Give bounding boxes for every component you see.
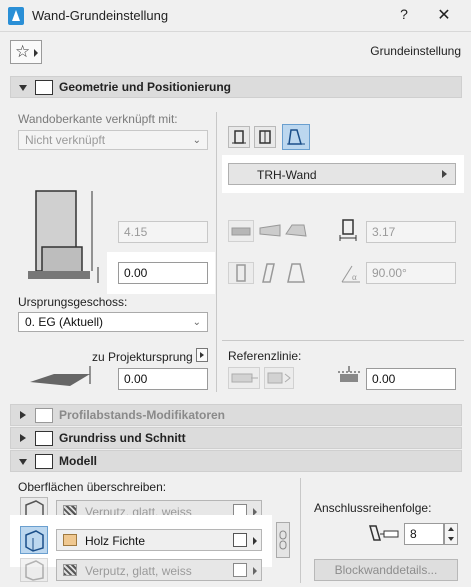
section-floorplan-header[interactable]: Grundriss und Schnitt <box>10 427 462 449</box>
base-offset-field[interactable]: 0.00 <box>118 262 208 284</box>
chevron-right-icon <box>200 352 204 358</box>
profile-wall-icon <box>287 129 305 145</box>
link-materials-button[interactable] <box>276 522 290 558</box>
home-story-label: Ursprungsgeschoss: <box>18 295 128 309</box>
chevron-right-icon <box>253 537 257 545</box>
chevron-up-icon <box>448 527 454 531</box>
material-row-3[interactable]: Verputz, glatt, weiss <box>56 559 262 581</box>
chevron-right-icon <box>442 170 447 178</box>
connection-order-icon <box>366 522 402 546</box>
structure-profile-selector[interactable]: TRH-Wand <box>228 163 456 185</box>
connection-order-field[interactable]: 8 <box>404 523 444 545</box>
wall-type-basic-button[interactable] <box>228 126 250 148</box>
wall-side-cube-icon <box>25 560 44 581</box>
structure-profile-value: TRH-Wand <box>257 168 317 182</box>
vertical-wall-icon <box>236 264 246 282</box>
double-slanted-wall-icon[interactable] <box>284 262 308 284</box>
angle-icon: α <box>340 264 362 284</box>
section-geometry-header[interactable]: Geometrie und Positionierung <box>10 76 462 98</box>
home-story-dropdown[interactable]: 0. EG (Aktuell) ⌄ <box>18 312 208 332</box>
thickness-field[interactable]: 3.17 <box>366 221 456 243</box>
basic-wall-icon <box>232 130 246 144</box>
trapezoid-wall-icon[interactable] <box>258 222 282 240</box>
chevron-down-icon: ⌄ <box>192 135 201 146</box>
material-color-swatch <box>63 534 77 546</box>
geometry-icon <box>35 80 53 95</box>
section-profile-modifiers-label: Profilabstands-Modifikatoren <box>59 408 226 422</box>
chevron-right-icon <box>253 567 257 575</box>
model-cube-icon <box>35 454 53 469</box>
reference-offset-field[interactable]: 0.00 <box>366 368 456 390</box>
override-side-2-button[interactable] <box>20 526 48 554</box>
column-divider <box>216 112 217 392</box>
section-model-label: Modell <box>59 454 97 468</box>
chain-link-icon <box>279 530 287 550</box>
window-title: Wand-Grundeinstellung <box>32 8 169 23</box>
home-story-value: 0. EG (Aktuell) <box>25 315 104 329</box>
material-row-2[interactable]: Holz Fichte <box>56 529 262 551</box>
top-link-value: Nicht verknüpft <box>25 133 106 147</box>
divider <box>222 340 464 341</box>
block-wall-details-button[interactable]: Blockwanddetails... <box>314 559 458 581</box>
material-picker-icon <box>233 563 247 577</box>
archicad-app-icon <box>8 7 24 25</box>
straight-wall-button[interactable] <box>228 220 254 242</box>
to-project-zero-field[interactable]: 0.00 <box>118 368 208 390</box>
wall-type-composite-button[interactable] <box>254 126 276 148</box>
section-floorplan-label: Grundriss und Schnitt <box>59 431 186 445</box>
wall-height-field[interactable]: 4.15 <box>118 221 208 243</box>
material-swatch <box>63 564 77 576</box>
wall-type-profile-button[interactable] <box>282 124 310 150</box>
reference-line-label: Referenzlinie: <box>228 349 302 363</box>
chevron-down-icon: ⌄ <box>192 317 201 328</box>
column-divider <box>300 478 301 583</box>
connection-order-stepper[interactable] <box>444 523 458 545</box>
vertical-wall-button[interactable] <box>228 262 254 284</box>
top-link-label: Wandoberkante verknüpft mit: <box>18 112 178 126</box>
polygonal-wall-icon[interactable] <box>284 222 308 240</box>
close-button[interactable]: ✕ <box>434 5 454 25</box>
star-icon: ☆ <box>15 42 31 61</box>
top-link-dropdown[interactable]: Nicht verknüpft ⌄ <box>18 130 208 150</box>
flip-icon <box>267 372 291 384</box>
material-picker-icon <box>233 533 247 547</box>
project-zero-diagram <box>30 366 91 386</box>
profile-modifier-icon <box>35 408 53 423</box>
reference-line-location-button[interactable] <box>228 367 260 389</box>
reference-offset-icon <box>336 366 362 390</box>
material-3-label: Verputz, glatt, weiss <box>85 564 192 578</box>
svg-text:α: α <box>352 272 357 282</box>
section-geometry-label: Geometrie und Positionierung <box>59 80 232 94</box>
triangle-down-icon <box>19 459 27 465</box>
section-model-header[interactable]: Modell <box>10 450 462 472</box>
straight-wall-icon <box>231 227 251 236</box>
override-side-3-button[interactable] <box>20 558 48 582</box>
angle-field[interactable]: 90.00° <box>366 262 456 284</box>
triangle-down-icon <box>19 85 27 91</box>
help-button[interactable]: ? <box>396 6 412 26</box>
thickness-icon <box>338 218 360 244</box>
to-project-zero-label: zu Projektursprung <box>92 350 193 364</box>
wall-height-diagram <box>28 190 99 283</box>
reference-line-flip-button[interactable] <box>264 367 294 389</box>
surface-override-label: Oberflächen überschreiben: <box>18 480 167 494</box>
slanted-wall-icon[interactable] <box>258 262 282 284</box>
triangle-right-icon <box>20 411 26 419</box>
favorites-button[interactable]: ☆ <box>10 40 42 64</box>
project-zero-menu-button[interactable] <box>196 348 208 362</box>
chevron-down-icon <box>448 537 454 541</box>
chevron-right-icon <box>34 49 38 57</box>
section-profile-modifiers-header[interactable]: Profilabstands-Modifikatoren <box>10 404 462 426</box>
floorplan-icon <box>35 431 53 446</box>
triangle-right-icon <box>20 434 26 442</box>
material-2-label: Holz Fichte <box>85 534 146 548</box>
wall-side-cube-icon <box>25 530 44 552</box>
connection-order-label: Anschlussreihenfolge: <box>314 501 432 515</box>
preset-label: Grundeinstellung <box>370 44 461 58</box>
reference-line-icon <box>231 373 258 383</box>
composite-wall-icon <box>259 130 271 144</box>
